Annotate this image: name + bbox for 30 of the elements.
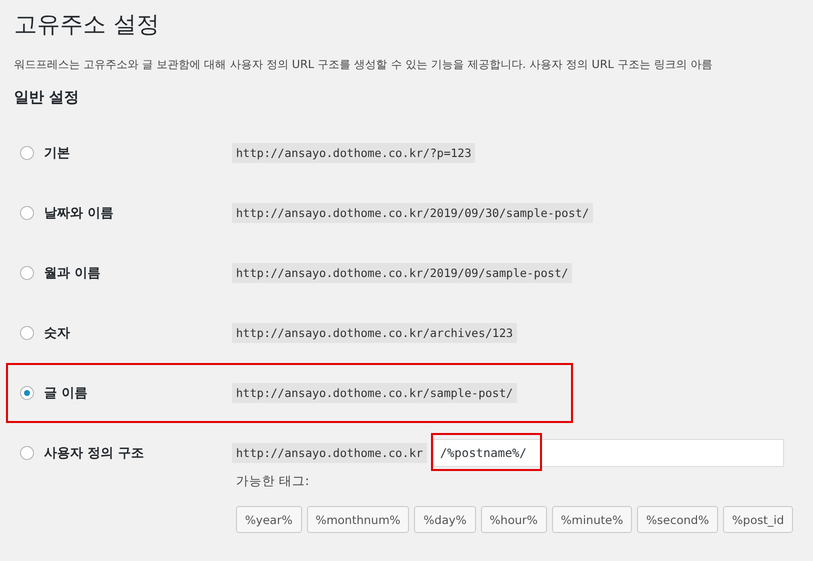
tags-label: 가능한 태그:: [236, 473, 310, 490]
page-title: 고유주소 설정: [14, 11, 160, 40]
option-label: 사용자 정의 구조: [44, 445, 146, 462]
tag-button[interactable]: %day%: [414, 506, 476, 533]
tag-button[interactable]: %minute%: [552, 506, 632, 533]
url-example: http://ansayo.dothome.co.kr: [232, 443, 427, 463]
radio-button[interactable]: [20, 146, 34, 160]
option-label: 날짜와 이름: [44, 205, 115, 222]
tag-button[interactable]: %post_id: [723, 506, 794, 533]
radio-button[interactable]: [20, 386, 34, 400]
url-example: http://ansayo.dothome.co.kr/2019/09/sample-post/: [232, 263, 572, 283]
option-label: 숫자: [44, 325, 71, 342]
structure-input[interactable]: /%postname%/: [432, 439, 784, 467]
url-example: http://ansayo.dothome.co.kr/archives/123: [232, 323, 517, 343]
description: 워드프레스는 고유주소와 글 보관함에 대해 사용자 정의 URL 구조를 생성할 수 있는 기능을 제공합니다. 사용자 정의 URL 구조는 링크의 아름: [14, 57, 713, 73]
radio-button[interactable]: [20, 326, 34, 340]
tag-button[interactable]: %second%: [637, 506, 718, 533]
tag-button[interactable]: %monthnum%: [306, 506, 410, 533]
tag-button[interactable]: %year%: [236, 506, 302, 533]
url-example: http://ansayo.dothome.co.kr/?p=123: [232, 143, 476, 163]
radio-button[interactable]: [20, 446, 34, 460]
radio-button[interactable]: [20, 206, 34, 220]
option-label: 월과 이름: [44, 265, 102, 282]
url-example: http://ansayo.dothome.co.kr/2019/09/30/sample-post/: [232, 203, 594, 223]
option-label: 기본: [44, 145, 71, 162]
url-example: http://ansayo.dothome.co.kr/sample-post/: [232, 383, 517, 403]
tag-button[interactable]: %hour%: [480, 506, 547, 533]
option-label: 글 이름: [44, 385, 89, 402]
section-title: 일반 설정: [14, 87, 80, 107]
radio-button[interactable]: [20, 266, 34, 280]
